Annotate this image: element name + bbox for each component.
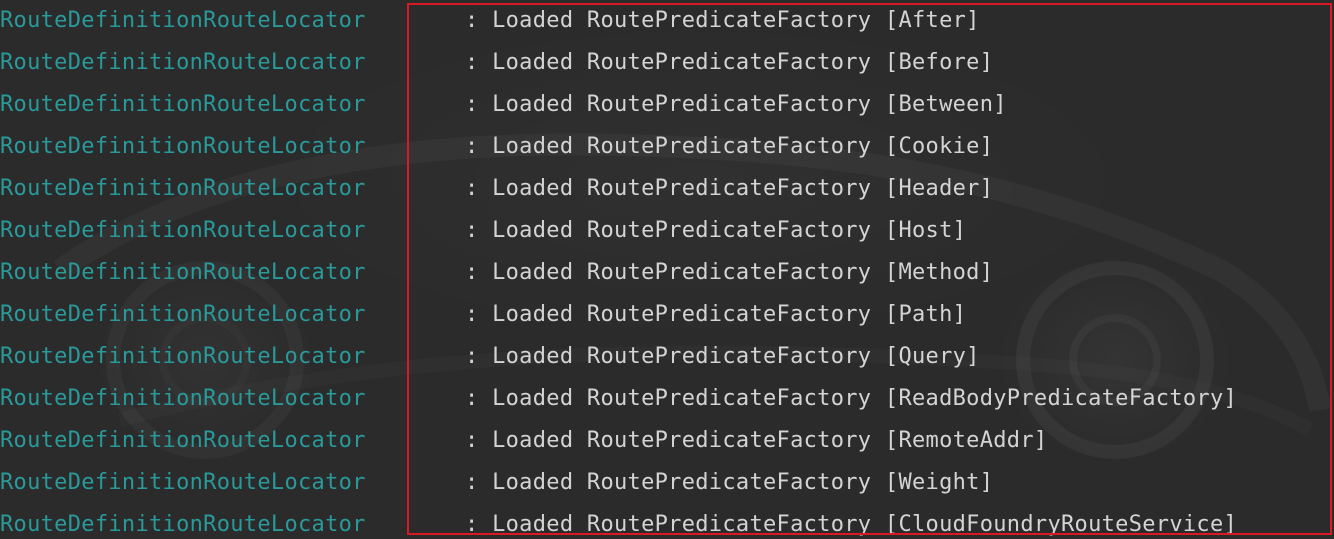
- log-message: : Loaded RoutePredicateFactory [Before]: [465, 50, 994, 75]
- log-message: : Loaded RoutePredicateFactory [RemoteAd…: [465, 428, 1048, 453]
- log-message: : Loaded RoutePredicateFactory [Query]: [465, 344, 980, 369]
- log-line: RouteDefinitionRouteLocator : Loaded Rou…: [0, 0, 1334, 42]
- log-message: : Loaded RoutePredicateFactory [ReadBody…: [465, 386, 1238, 411]
- logger-name: RouteDefinitionRouteLocator: [0, 176, 366, 201]
- logger-name: RouteDefinitionRouteLocator: [0, 92, 366, 117]
- log-line: RouteDefinitionRouteLocator : Loaded Rou…: [0, 378, 1334, 420]
- logger-name: RouteDefinitionRouteLocator: [0, 8, 366, 33]
- log-message: : Loaded RoutePredicateFactory [Method]: [465, 260, 994, 285]
- log-message: : Loaded RoutePredicateFactory [Weight]: [465, 470, 994, 495]
- log-message: : Loaded RoutePredicateFactory [CloudFou…: [465, 512, 1238, 537]
- log-line: RouteDefinitionRouteLocator : Loaded Rou…: [0, 504, 1334, 539]
- log-message: : Loaded RoutePredicateFactory [Path]: [465, 302, 967, 327]
- logger-name: RouteDefinitionRouteLocator: [0, 218, 366, 243]
- log-line: RouteDefinitionRouteLocator : Loaded Rou…: [0, 336, 1334, 378]
- log-message: : Loaded RoutePredicateFactory [After]: [465, 8, 980, 33]
- logger-name: RouteDefinitionRouteLocator: [0, 134, 366, 159]
- log-line: RouteDefinitionRouteLocator : Loaded Rou…: [0, 168, 1334, 210]
- logger-name: RouteDefinitionRouteLocator: [0, 302, 366, 327]
- logger-name: RouteDefinitionRouteLocator: [0, 344, 366, 369]
- log-line: RouteDefinitionRouteLocator : Loaded Rou…: [0, 210, 1334, 252]
- logger-name: RouteDefinitionRouteLocator: [0, 260, 366, 285]
- logger-name: RouteDefinitionRouteLocator: [0, 470, 366, 495]
- log-message: : Loaded RoutePredicateFactory [Between]: [465, 92, 1007, 117]
- log-message: : Loaded RoutePredicateFactory [Cookie]: [465, 134, 994, 159]
- logger-name: RouteDefinitionRouteLocator: [0, 50, 366, 75]
- log-line: RouteDefinitionRouteLocator : Loaded Rou…: [0, 294, 1334, 336]
- logger-name: RouteDefinitionRouteLocator: [0, 386, 366, 411]
- logger-name: RouteDefinitionRouteLocator: [0, 512, 366, 537]
- log-message: : Loaded RoutePredicateFactory [Header]: [465, 176, 994, 201]
- logger-name: RouteDefinitionRouteLocator: [0, 428, 366, 453]
- log-line: RouteDefinitionRouteLocator : Loaded Rou…: [0, 84, 1334, 126]
- log-line: RouteDefinitionRouteLocator : Loaded Rou…: [0, 420, 1334, 462]
- log-line: RouteDefinitionRouteLocator : Loaded Rou…: [0, 126, 1334, 168]
- console-output[interactable]: RouteDefinitionRouteLocator : Loaded Rou…: [0, 0, 1334, 539]
- log-message: : Loaded RoutePredicateFactory [Host]: [465, 218, 967, 243]
- log-line: RouteDefinitionRouteLocator : Loaded Rou…: [0, 252, 1334, 294]
- log-line: RouteDefinitionRouteLocator : Loaded Rou…: [0, 462, 1334, 504]
- log-line: RouteDefinitionRouteLocator : Loaded Rou…: [0, 42, 1334, 84]
